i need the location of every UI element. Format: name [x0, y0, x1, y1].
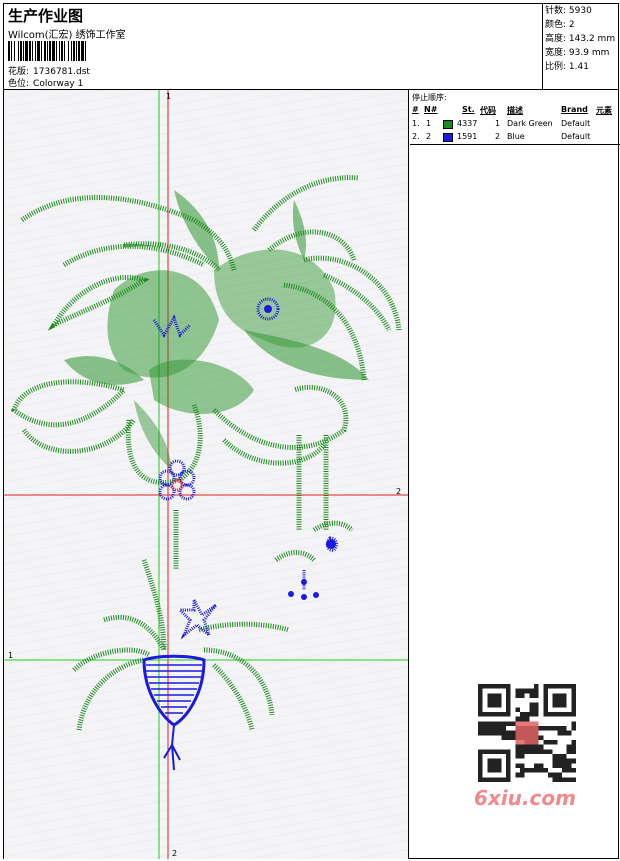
- sheet-header: 生产作业图 Wilcom(汇宏) 绣饰工作室 花版: 1736781.dst 色位…: [4, 4, 544, 89]
- blue-bulb: [142, 654, 206, 771]
- col-needle: N#: [424, 105, 438, 114]
- guide-label-h-green: 1: [8, 651, 13, 660]
- col-brand: Brand: [561, 105, 588, 114]
- guide-label-h-red: 2: [396, 487, 401, 496]
- col-description: 描述: [507, 106, 523, 115]
- barcode-image: [8, 41, 86, 61]
- colorway-row: 色位: Colorway 1: [8, 76, 83, 89]
- col-element: 元素: [596, 106, 612, 115]
- studio-name: Wilcom(汇宏) 绣饰工作室: [8, 30, 126, 41]
- color-swatch-blue: [443, 133, 453, 142]
- colorway-value: Colorway 1: [33, 79, 84, 89]
- stat-colors: 颜色: 2: [545, 20, 575, 30]
- green-stitch-layer: [11, 175, 402, 731]
- stop-sequence-panel: 停止顺序: # N# St. 代码 描述 Brand 元素 1. 1 4337 …: [410, 90, 620, 145]
- green-leaf-fills: [64, 190, 369, 470]
- stat-stitches: 针数: 5930: [545, 6, 592, 16]
- col-number: #: [412, 105, 419, 114]
- stop-row: 1. 1 4337 1 Dark Green Default: [412, 119, 591, 129]
- qr-code-image: [478, 684, 576, 782]
- site-watermark: 6xiu.com: [470, 680, 586, 818]
- col-code: 代码: [480, 106, 496, 115]
- stop-sequence-title: 停止顺序:: [412, 93, 447, 102]
- watermark-text: 6xiu.com: [474, 786, 576, 810]
- stat-height: 高度: 143.2 mm: [545, 34, 616, 44]
- color-swatch-green: [443, 120, 453, 129]
- stop-row: 2. 2 1591 2 Blue Default: [412, 132, 591, 142]
- sheet-title: 生产作业图: [8, 7, 84, 25]
- embroidery-preview: 1 2 2 1: [4, 90, 408, 859]
- guide-label-v-green: 1: [166, 92, 171, 101]
- stat-scale: 比例: 1.41: [545, 62, 589, 72]
- guide-label-v-red: 2: [172, 849, 177, 858]
- colorway-label: 色位:: [8, 79, 30, 89]
- stat-width: 宽度: 93.9 mm: [545, 48, 610, 58]
- stop-sequence-header: # N# St. 代码 描述 Brand 元素: [410, 105, 620, 117]
- design-stats: 针数: 5930 颜色: 2 高度: 143.2 mm 宽度: 93.9 mm …: [542, 4, 620, 89]
- col-stitches: St.: [462, 105, 475, 114]
- design-canvas: 1 2 2 1: [4, 90, 409, 859]
